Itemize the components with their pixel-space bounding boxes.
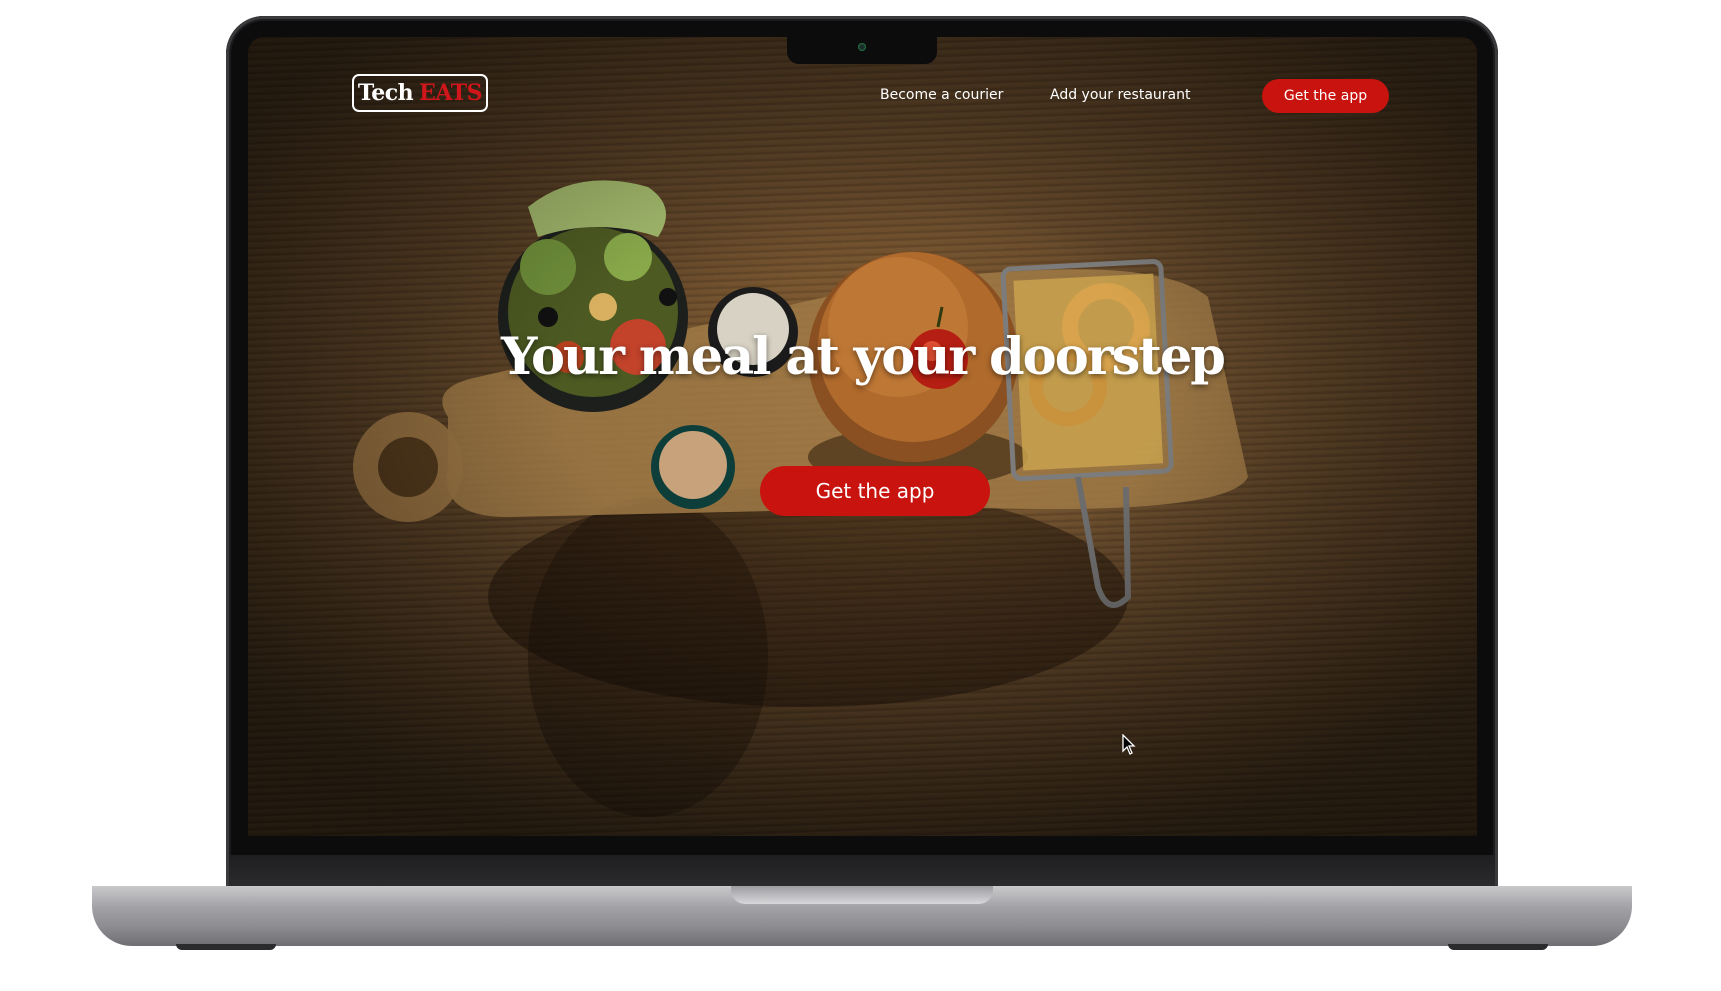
- laptop-foot-left: [176, 944, 276, 950]
- logo-text-tech: Tech: [357, 80, 414, 106]
- camera-icon: [858, 43, 866, 51]
- nav-get-app-button[interactable]: Get the app: [1262, 79, 1389, 113]
- dark-overlay: [248, 37, 1477, 836]
- add-restaurant-link[interactable]: Add your restaurant: [1050, 87, 1190, 103]
- website-screen: Tech EATS Become a courier Add your rest…: [248, 37, 1477, 836]
- mouse-cursor-icon: [1122, 734, 1136, 755]
- become-courier-link[interactable]: Become a courier: [880, 87, 1003, 103]
- camera-notch: [787, 37, 937, 64]
- trackpad-notch: [731, 886, 993, 904]
- techeats-logo[interactable]: Tech EATS: [352, 74, 488, 112]
- hero-title: Your meal at your doorstep: [501, 327, 1226, 387]
- laptop-hinge: [229, 855, 1495, 888]
- hero-get-app-button[interactable]: Get the app: [760, 466, 990, 516]
- logo-text-eats: EATS: [419, 80, 483, 106]
- laptop-foot-right: [1448, 944, 1548, 950]
